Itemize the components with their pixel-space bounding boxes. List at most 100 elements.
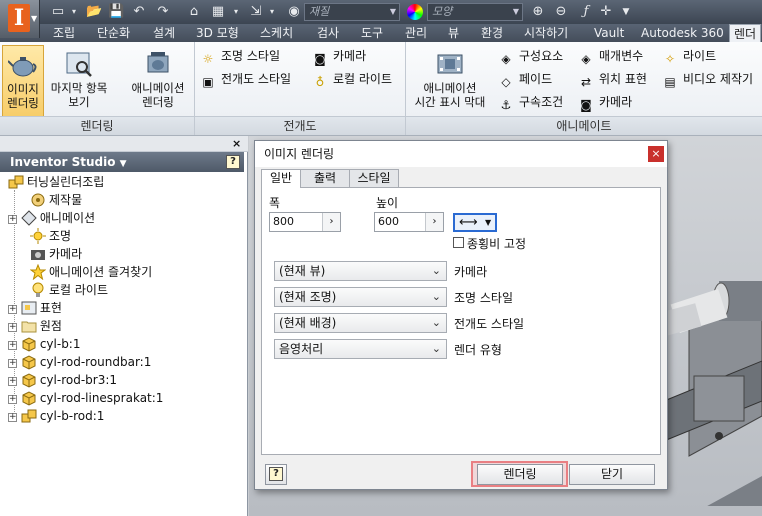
application-menu-button[interactable]: I ▼ (0, 0, 40, 38)
update-icon[interactable]: ▦ (210, 4, 226, 20)
expand-icon[interactable]: + (8, 359, 17, 368)
animate-camera-button[interactable]: ◙ 카메라 (578, 92, 632, 112)
expand-icon[interactable]: + (8, 305, 17, 314)
local-lights-button[interactable]: ♁ 로컬 라이트 (312, 69, 392, 89)
tree-item-local-lights[interactable]: 로컬 라이트 (30, 281, 108, 299)
tab-get-started[interactable]: 시작하기 (524, 24, 568, 42)
tab-3d-model[interactable]: 3D 모형 (196, 24, 239, 42)
tree-item-representations[interactable]: + 표현 (8, 299, 62, 317)
tree-item-root[interactable]: 터닝실린더조립 (8, 173, 104, 191)
animate-constraints-button[interactable]: ⚓ 구속조건 (498, 92, 564, 112)
render-animation-button[interactable]: 애니메이션 렌더링 (124, 45, 192, 117)
height-input[interactable]: 600 › (374, 212, 444, 232)
tab-vault[interactable]: Vault (594, 24, 624, 42)
video-producer-button[interactable]: ▤ 비디오 제작기 (662, 69, 753, 89)
render-image-button[interactable]: 이미지 렌더링 (2, 45, 44, 117)
tab-assemble[interactable]: 조립 (53, 24, 75, 42)
height-label: 높이 (376, 196, 399, 210)
render-animation-label: 애니메이션 렌더링 (131, 81, 185, 109)
width-input[interactable]: 800 › (269, 212, 341, 232)
customize-qat-icon[interactable]: ▼ (618, 4, 634, 20)
last-render-button[interactable]: 마지막 항목 보기 (46, 45, 112, 117)
new-file-icon[interactable]: ▭ (50, 4, 66, 20)
animation-timeline-button[interactable]: 애니메이션 시간 표시 막대 (408, 45, 492, 117)
camera-button[interactable]: ◙ 카메라 (312, 46, 366, 66)
tree-item-cyl-rod-roundbar[interactable]: + cyl-rod-roundbar:1 (8, 353, 151, 371)
tab-tools[interactable]: 도구 (361, 24, 383, 42)
tab-autodesk-360[interactable]: Autodesk 360 (641, 24, 724, 42)
size-presets-button[interactable]: ⟷ ▼ (453, 213, 497, 232)
close-button[interactable]: 닫기 (569, 464, 655, 485)
tree-item-label: 터닝실린더조립 (27, 175, 105, 189)
home-icon[interactable]: ⌂ (186, 4, 202, 20)
lock-aspect-checkbox[interactable] (453, 237, 464, 248)
lighting-style-button[interactable]: ☼ 조명 스타일 (200, 46, 280, 66)
update-dropdown-icon[interactable]: ▾ (228, 4, 244, 20)
tab-view[interactable]: 뷰 (448, 24, 459, 42)
save-icon[interactable]: 💾 (108, 4, 124, 20)
tree-item-origin[interactable]: + 원점 (8, 317, 62, 335)
render-type-dropdown[interactable]: 음영처리 ⌄ (274, 339, 447, 359)
tab-style[interactable]: 스타일 (349, 169, 399, 187)
new-dropdown-icon[interactable]: ▾ (66, 4, 82, 20)
undo-icon[interactable]: ↶ (131, 4, 147, 20)
components-label: 구성요소 (519, 49, 564, 63)
camera-dropdown[interactable]: (현재 뷰) ⌄ (274, 261, 447, 281)
open-icon[interactable]: 📂 (86, 4, 102, 20)
tab-output[interactable]: 출력 (300, 169, 350, 187)
tree-item-lighting[interactable]: 조명 (30, 227, 71, 245)
tab-environments[interactable]: 환경 (481, 24, 503, 42)
tree-item-cameras[interactable]: 카메라 (30, 245, 82, 263)
appearance-selector[interactable]: 모양 ▼ (427, 3, 523, 21)
dialog-close-button[interactable]: × (648, 146, 664, 162)
tree-item-cyl-b-rod[interactable]: + cyl-b-rod:1 (8, 407, 104, 425)
expand-icon[interactable]: + (8, 413, 17, 422)
move-icon[interactable]: ✛ (598, 4, 614, 20)
help-icon[interactable]: ? (226, 155, 240, 169)
close-icon[interactable]: × (232, 137, 241, 150)
tab-sketch[interactable]: 스케치 (260, 24, 293, 42)
tree-item-animations[interactable]: + 애니메이션 (8, 209, 95, 227)
expand-icon[interactable]: + (8, 215, 17, 224)
browser-header[interactable]: Inventor Studio ▼ ? (0, 152, 244, 172)
material-selector[interactable]: 재질 ▼ (304, 3, 400, 21)
function-fx-icon[interactable]: ƒ (578, 4, 594, 20)
tab-render[interactable]: 렌더 (729, 24, 762, 42)
tree-item-cyl-b[interactable]: + cyl-b:1 (8, 335, 81, 353)
tab-manage[interactable]: 관리 (405, 24, 427, 42)
tree-item-label: cyl-rod-linesprakat:1 (39, 391, 164, 405)
tab-simplify[interactable]: 단순화 (97, 24, 130, 42)
expand-icon[interactable]: + (8, 377, 17, 386)
general-tab-page: 폭 높이 800 › 600 › ⟷ ▼ 종횡비 고정 (현재 뷰) ⌄ 카메라… (261, 187, 661, 455)
tree-item-cyl-rod-br3[interactable]: + cyl-rod-br3:1 (8, 371, 117, 389)
animate-fade-button[interactable]: ◇ 페이드 (498, 69, 552, 89)
width-arrow-button[interactable]: › (322, 213, 340, 231)
render-button[interactable]: 렌더링 (477, 464, 563, 485)
height-arrow-button[interactable]: › (425, 213, 443, 231)
tree-item-animation-favorites[interactable]: 애니메이션 즐겨찾기 (30, 263, 152, 281)
dialog-help-button[interactable]: ? (265, 464, 287, 485)
zoom-out-icon[interactable]: ⊖ (553, 4, 569, 20)
tree-item-cyl-rod-linesprakat[interactable]: + cyl-rod-linesprakat:1 (8, 389, 163, 407)
parameters-icon: ◈ (581, 52, 591, 66)
tab-design[interactable]: 설계 (153, 24, 175, 42)
redo-icon[interactable]: ↷ (155, 4, 171, 20)
tab-inspect[interactable]: 검사 (317, 24, 339, 42)
tree-item-productions[interactable]: 제작물 (30, 191, 82, 209)
tab-general[interactable]: 일반 (261, 169, 301, 188)
expand-icon[interactable]: + (8, 341, 17, 350)
select-dropdown-icon[interactable]: ▾ (264, 4, 280, 20)
tree-item-label: 애니메이션 (39, 211, 96, 225)
dialog-title-bar[interactable]: 이미지 렌더링 (255, 141, 667, 167)
expand-icon[interactable]: + (8, 323, 17, 332)
animate-components-button[interactable]: ◈ 구성요소 (498, 46, 563, 66)
select-icon[interactable]: ⇲ (248, 4, 264, 20)
animate-light-button[interactable]: ✧ 라이트 (662, 46, 716, 66)
expand-icon[interactable]: + (8, 395, 17, 404)
animate-positional-reps-button[interactable]: ⇄ 위치 표현 (578, 69, 647, 89)
lighting-style-dropdown[interactable]: (현재 조명) ⌄ (274, 287, 447, 307)
zoom-in-icon[interactable]: ⊕ (530, 4, 546, 20)
scene-style-button[interactable]: ▣ 전개도 스타일 (200, 69, 291, 89)
scene-style-dropdown[interactable]: (현재 배경) ⌄ (274, 313, 447, 333)
animate-parameters-button[interactable]: ◈ 매개변수 (578, 46, 643, 66)
